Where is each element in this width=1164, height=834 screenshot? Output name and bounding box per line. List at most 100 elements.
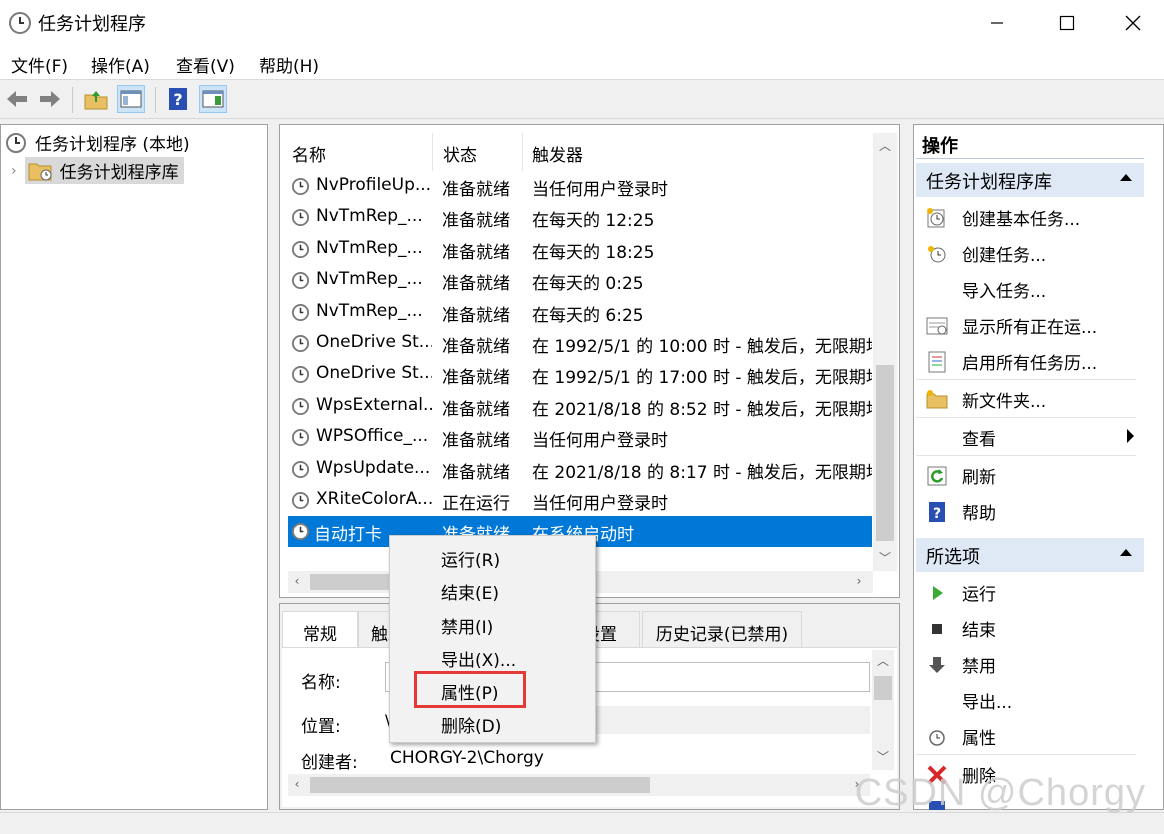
action-help[interactable]: ? 帮助	[916, 493, 1142, 529]
table-row[interactable]: OneDrive St... 准备就绪 在 1992/5/1 的 10:00 时 -…	[288, 328, 872, 359]
context-run[interactable]: 运行(R)	[441, 546, 500, 571]
column-header-status[interactable]: 状态	[443, 141, 477, 166]
show-hide-action-pane-button[interactable]	[199, 85, 227, 113]
scroll-down-icon[interactable]: ﹀	[874, 748, 892, 765]
tree-item-root[interactable]: 任务计划程序 (本地)	[5, 130, 190, 155]
task-clock-icon	[291, 240, 310, 258]
action-disable[interactable]: 禁用	[916, 646, 1142, 682]
tree-item-library[interactable]: › 任务计划程序库	[11, 157, 184, 184]
task-clock-icon	[291, 523, 310, 541]
task-clock-icon	[291, 177, 310, 196]
title-bar: 任务计划程序	[0, 0, 1164, 45]
disable-arrow-icon	[929, 657, 945, 673]
action-label: 创建基本任务...	[962, 210, 1081, 230]
action-create-basic-task[interactable]: 创建基本任务...	[916, 199, 1142, 235]
action-enable-history[interactable]: 启用所有任务历...	[916, 343, 1142, 379]
chevron-right-icon[interactable]: ›	[11, 163, 17, 179]
section-task-library[interactable]: 任务计划程序库	[916, 163, 1144, 197]
collapse-icon[interactable]	[1120, 174, 1132, 181]
collapse-icon[interactable]	[1120, 549, 1132, 556]
task-name: WPSOffice_...	[316, 426, 429, 447]
action-properties[interactable]: 属性	[916, 718, 1142, 754]
table-row[interactable]: WpsExternal... 准备就绪 在 2021/8/18 的 8:52 时 -…	[288, 391, 872, 422]
help-button[interactable]: ?	[164, 85, 192, 113]
column-header-trigger[interactable]: 触发器	[532, 141, 583, 166]
tab-general[interactable]: 常规	[282, 611, 358, 649]
show-hide-console-tree-icon	[120, 90, 142, 108]
column-divider	[522, 133, 523, 171]
table-row[interactable]: WpsUpdate... 准备就绪 在 2021/8/18 的 8:17 时 - 触…	[288, 454, 872, 485]
scroll-thumb[interactable]	[874, 676, 892, 700]
scroll-thumb[interactable]	[310, 777, 650, 793]
svg-text:?: ?	[173, 90, 182, 109]
location-field	[594, 706, 870, 734]
scroll-up-icon[interactable]: ︿	[876, 137, 894, 154]
table-row[interactable]: WPSOffice_... 准备就绪 当任何用户登录时	[288, 422, 872, 453]
table-row[interactable]: XRiteColorA... 正在运行 当任何用户登录时	[288, 485, 872, 516]
column-header-name[interactable]: 名称	[292, 141, 326, 166]
action-view[interactable]: 查看	[916, 419, 1142, 455]
maximize-button[interactable]	[1032, 0, 1102, 45]
table-row[interactable]: NvTmRep_... 准备就绪 在每天的 6:25	[288, 297, 872, 328]
show-hide-tree-button[interactable]	[117, 85, 145, 113]
scroll-left-icon[interactable]: ‹	[288, 777, 306, 791]
toolbar-separator	[72, 87, 73, 113]
table-row[interactable]: NvTmRep_... 准备就绪 在每天的 18:25	[288, 234, 872, 265]
task-status: 准备就绪	[442, 211, 510, 232]
section-selected-item-title: 所选项	[926, 547, 980, 568]
task-clock-icon	[291, 334, 310, 353]
forward-button[interactable]	[36, 85, 64, 113]
scroll-left-icon[interactable]: ‹	[288, 574, 306, 588]
up-folder-button[interactable]	[82, 85, 110, 113]
folder-clock-icon	[28, 163, 52, 180]
divider	[916, 158, 1144, 159]
action-import-task[interactable]: 导入任务...	[916, 271, 1142, 307]
vertical-scrollbar[interactable]: ︿ ﹀	[873, 133, 897, 571]
section-selected-item[interactable]: 所选项	[916, 538, 1144, 572]
action-new-folder[interactable]: 新文件夹...	[916, 381, 1142, 417]
context-export[interactable]: 导出(X)...	[441, 646, 516, 671]
task-status: 准备就绪	[442, 180, 510, 200]
context-disable[interactable]: 禁用(I)	[441, 613, 493, 638]
tree-item-root-label: 任务计划程序 (本地)	[35, 135, 190, 155]
back-button[interactable]	[3, 85, 31, 113]
menu-action[interactable]: 操作(A)	[91, 52, 150, 77]
minimize-button[interactable]	[962, 0, 1032, 45]
task-trigger: 当任何用户登录时	[532, 180, 668, 200]
action-run[interactable]: 运行	[916, 574, 1142, 610]
context-delete[interactable]: 删除(D)	[441, 712, 501, 737]
task-clock-icon	[291, 272, 310, 290]
action-end[interactable]: 结束	[916, 610, 1142, 646]
menu-file[interactable]: 文件(F)	[11, 52, 68, 77]
details-horizontal-scrollbar[interactable]: ‹ ›	[288, 774, 870, 796]
task-name: XRiteColorA...	[316, 489, 432, 509]
divider	[916, 754, 1136, 755]
column-divider	[432, 133, 433, 171]
task-clock-icon	[291, 303, 310, 321]
action-display-running[interactable]: 显示所有正在运...	[916, 307, 1142, 343]
table-row[interactable]: NvTmRep_... 准备就绪 在每天的 12:25	[288, 202, 872, 233]
menu-view[interactable]: 查看(V)	[176, 52, 235, 77]
task-name: WpsExternal...	[316, 394, 432, 415]
task-trigger: 在 2021/8/18 的 8:17 时 - 触发后，无限期地	[532, 462, 872, 483]
task-status: 准备就绪	[442, 274, 510, 295]
close-button[interactable]	[1102, 0, 1164, 45]
action-export[interactable]: 导出...	[916, 682, 1142, 718]
table-row[interactable]: NvTmRep_... 准备就绪 在每天的 0:25	[288, 265, 872, 296]
action-label: 创建任务...	[962, 246, 1047, 266]
scroll-up-icon[interactable]: ︿	[874, 652, 892, 669]
action-create-task[interactable]: 创建任务...	[916, 235, 1142, 271]
details-vertical-scrollbar[interactable]: ︿ ﹀	[872, 650, 894, 770]
scroll-thumb[interactable]	[876, 365, 894, 541]
task-name: NvProfileUp...	[316, 175, 432, 195]
tab-history[interactable]: 历史记录(已禁用)	[642, 611, 802, 649]
context-end[interactable]: 结束(E)	[441, 579, 499, 604]
task-name: NvTmRep_...	[316, 269, 423, 290]
action-refresh[interactable]: 刷新	[916, 457, 1142, 493]
menu-help[interactable]: 帮助(H)	[259, 52, 319, 77]
action-label: 新文件夹...	[962, 392, 1047, 412]
scroll-down-icon[interactable]: ﹀	[876, 549, 894, 566]
table-row[interactable]: NvProfileUp... 准备就绪 当任何用户登录时	[288, 171, 872, 202]
scroll-right-icon[interactable]: ›	[850, 574, 868, 588]
table-row[interactable]: OneDrive St... 准备就绪 在 1992/5/1 的 17:00 时 -…	[288, 359, 872, 390]
